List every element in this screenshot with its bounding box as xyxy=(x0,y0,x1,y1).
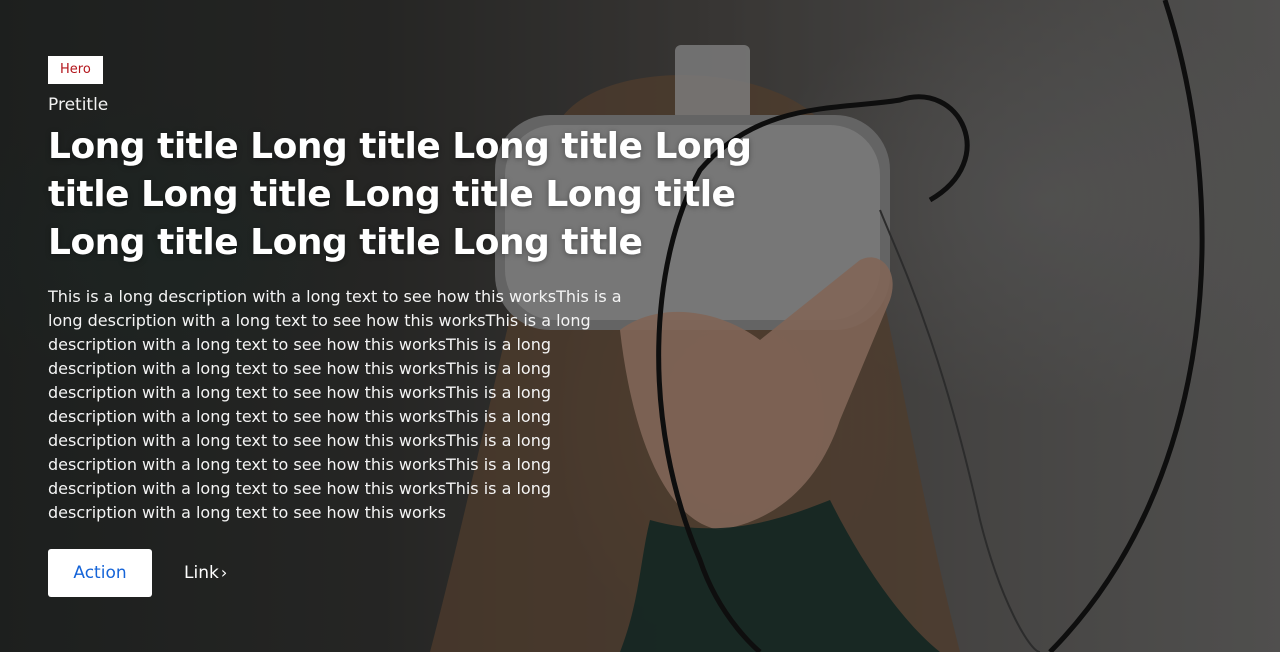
hero-badge: Hero xyxy=(48,56,103,84)
hero-link-label: Link xyxy=(184,563,219,583)
hero-actions: Action Link › xyxy=(48,549,788,597)
chevron-right-icon: › xyxy=(220,563,228,582)
hero-description: This is a long description with a long t… xyxy=(48,287,622,522)
hero-pretitle: Pretitle xyxy=(48,95,109,115)
hero-content: Hero Pretitle Long title Long title Long… xyxy=(48,56,788,597)
hero-title: Long title Long title Long title Long ti… xyxy=(48,126,752,263)
hero-link[interactable]: Link › xyxy=(184,563,227,583)
hero-section: Hero Pretitle Long title Long title Long… xyxy=(0,0,1280,652)
action-button[interactable]: Action xyxy=(48,549,152,597)
